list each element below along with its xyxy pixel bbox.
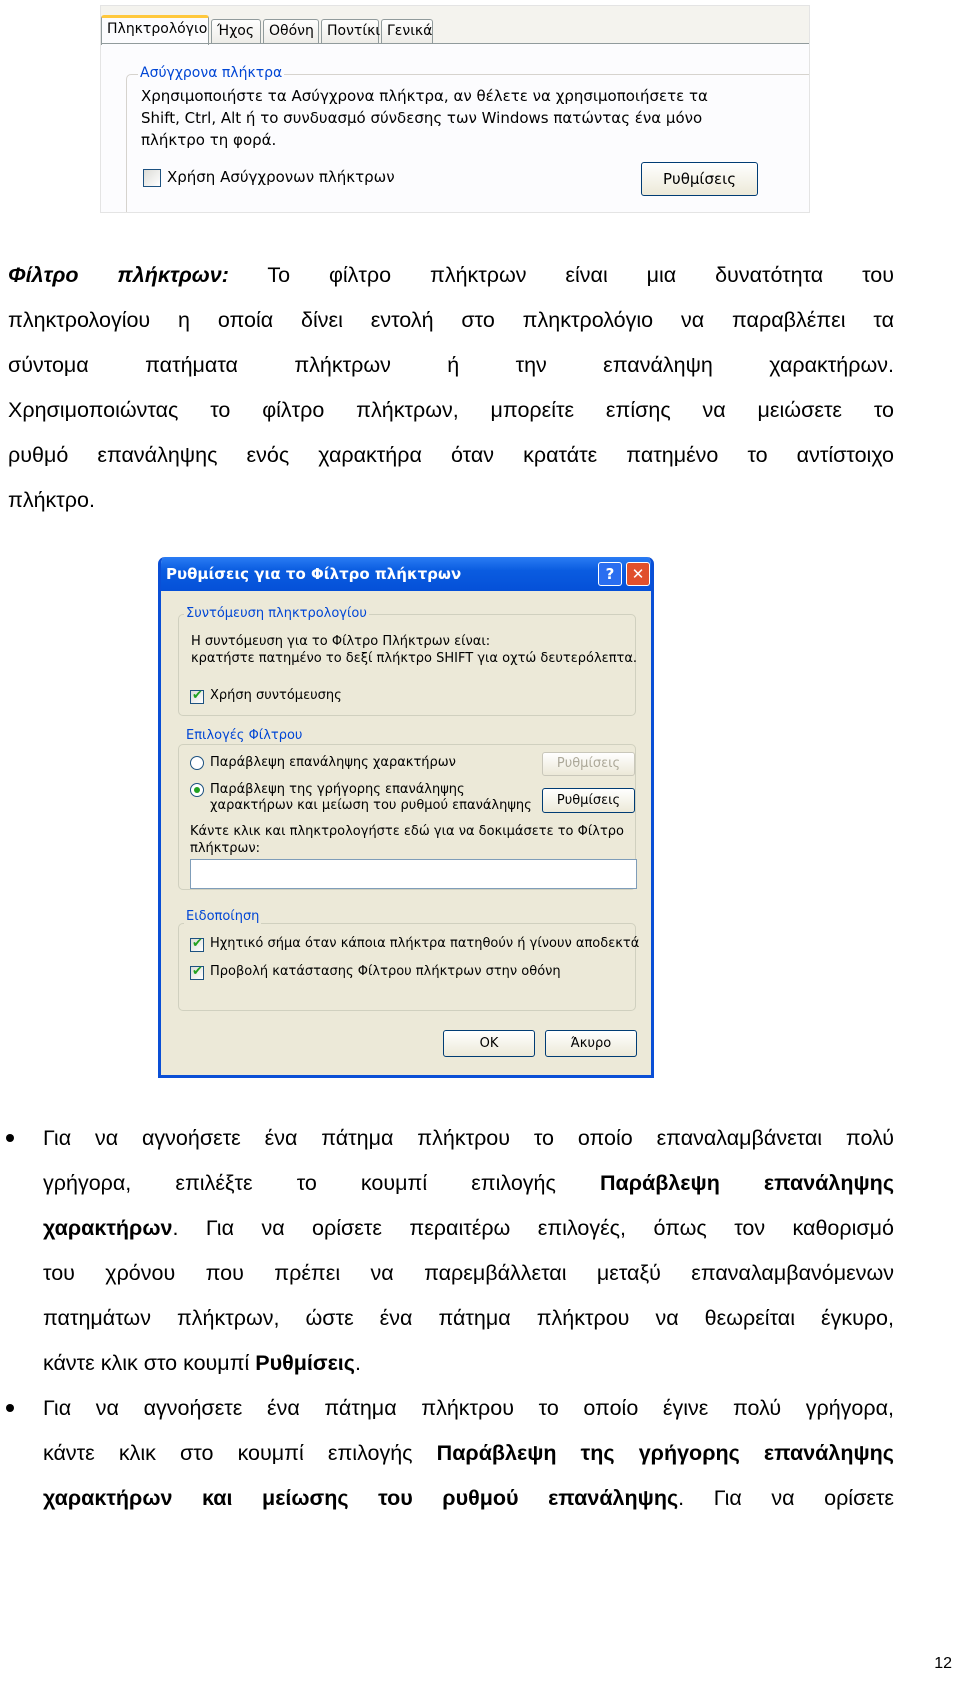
text: γρήγορα, επιλέξτε το κουμπί επιλογής [43,1171,600,1195]
page-number: 12 [934,1655,952,1672]
test-input[interactable] [190,859,637,889]
bold-term: Ρυθμίσεις [255,1351,355,1375]
description-line: πλήκτρο τη φορά. [141,131,277,149]
bullet-icon [6,1134,14,1142]
bullet-line: Για να αγνοήσετε ένα πάτημα πλήκτρου το … [43,1126,894,1150]
bullet-line: κάντε κλικ στο κουμπί Ρυθμίσεις. [43,1350,894,1376]
description-line: Η συντόμευση για το Φίλτρο Πλήκτρων είνα… [191,634,491,649]
ignore-quick-label: Παράβλεψη της γρήγορης επανάληψης χαρακτ… [210,782,532,814]
bold-term: χαρακτήρων και μείωσης του ρυθμού επανάλ… [43,1486,679,1510]
filter-keys-settings-dialog: Ρυθμίσεις για το Φίλτρο πλήκτρων ? ✕ Συν… [158,557,654,1078]
help-icon[interactable]: ? [598,562,622,586]
bullet-line: κάντε κλικ στο κουμπί επιλογής Παράβλεψη… [43,1440,894,1466]
bold-term: Παράβλεψη της γρήγορης επανάληψης [436,1441,894,1465]
bullet-icon [6,1404,14,1412]
tab-general[interactable]: Γενικά [381,19,433,44]
text: Το φίλτρο πλήκτρων είναι μια δυνατότητα … [228,263,894,287]
bullet-line: γρήγορα, επιλέξτε το κουμπί επιλογής Παρ… [43,1170,894,1196]
bullet-line: πατημάτων πλήκτρων, ώστε ένα πάτημα πλήκ… [43,1306,894,1330]
use-shortcut-checkbox[interactable] [190,688,204,704]
description-line: Shift, Ctrl, Alt ή το συνδυασμό σύνδεσης… [141,109,703,127]
settings-button-disabled[interactable]: Ρυθμίσεις [542,752,635,776]
filter-keys-term: Φίλτρο πλήκτρων: [8,263,229,287]
tab-sound[interactable]: Ήχος [211,19,261,44]
label-line: πλήκτρων: [190,841,261,856]
test-area-label: Κάντε κλικ και πληκτρολογήστε εδώ για να… [190,823,624,857]
tab-display[interactable]: Οθόνη [263,19,319,44]
keyboard-pane: Ασύγχρονα πλήκτρα Χρησιμοποιήστε τα Ασύγ… [101,43,809,212]
show-status-checkbox[interactable] [190,964,204,980]
tab-keyboard[interactable]: Πληκτρολόγιο [101,15,209,45]
bullet-line: του χρόνου που πρέπει να παρεμβάλλεται μ… [43,1261,894,1285]
bullet-line: χαρακτήρων. Για να ορίσετε περαιτέρω επι… [43,1215,894,1241]
text: κάντε κλικ στο κουμπί επιλογής [43,1441,437,1465]
stickykeys-description: Χρησιμοποιήστε τα Ασύγχρονα πλήκτρα, αν … [141,85,708,151]
bullet-line: χαρακτήρων και μείωσης του ρυθμού επανάλ… [43,1485,894,1511]
ok-button[interactable]: OK [443,1030,535,1057]
cancel-button[interactable]: Άκυρο [545,1030,637,1057]
paragraph-line: πληκτρολογίου η οποία δίνει εντολή στο π… [8,308,894,332]
stickykeys-settings-button[interactable]: Ρυθμίσεις [641,162,758,196]
paragraph-line: Φίλτρο πλήκτρων: Το φίλτρο πλήκτρων είνα… [8,262,894,288]
accessibility-options-screenshot: Πληκτρολόγιο Ήχος Οθόνη Ποντίκι Γενικά Α… [100,5,810,213]
bold-term: χαρακτήρων [43,1216,173,1240]
dialog-title-bar: Ρυθμίσεις για το Φίλτρο πλήκτρων [161,557,651,591]
bullet-line: Για να αγνοήσετε ένα πάτημα πλήκτρου το … [43,1396,894,1420]
label-line: Κάντε κλικ και πληκτρολογήστε εδώ για να… [190,824,624,839]
beep-label: Ηχητικό σήμα όταν κάποια πλήκτρα πατηθού… [210,936,640,951]
paragraph-line: Χρησιμοποιώντας το φίλτρο πλήκτρων, μπορ… [8,398,894,422]
text: κάντε κλικ στο κουμπί [43,1351,256,1375]
bold-term: Παράβλεψη επανάληψης [599,1171,894,1195]
dialog-title: Ρυθμίσεις για το Φίλτρο πλήκτρων [166,565,462,583]
use-stickykeys-label: Χρήση Ασύγχρονων πλήκτρων [167,168,395,186]
paragraph-line: ρυθμό επανάληψης ενός χαρακτήρα όταν κρα… [8,443,894,467]
ignore-repeated-label: Παράβλεψη επανάληψης χαρακτήρων [210,755,456,770]
use-shortcut-label: Χρήση συντόμευσης [210,688,342,703]
description-line: κρατήστε πατημένο το δεξί πλήκτρο SHIFT … [191,651,638,666]
label-line: χαρακτήρων και μείωση του ρυθμού επανάλη… [210,798,532,813]
paragraph-line: πλήκτρο. [8,488,95,512]
text: . [354,1351,361,1375]
shortcut-description: Η συντόμευση για το Φίλτρο Πλήκτρων είνα… [191,633,637,667]
paragraph-line: σύντομα πατήματα πλήκτρων ή την επανάληψ… [8,353,894,377]
text: . Για να ορίσετε περαιτέρω επιλογές, όπω… [172,1216,894,1240]
stickykeys-group-title: Ασύγχρονα πλήκτρα [138,65,285,81]
tab-mouse[interactable]: Ποντίκι [321,19,380,44]
beep-checkbox[interactable] [190,936,204,952]
ignore-quick-radio[interactable] [190,783,204,797]
settings-button[interactable]: Ρυθμίσεις [542,788,635,813]
notification-group-title: Ειδοποίηση [184,909,262,924]
shortcut-group-title: Συντόμευση πληκτρολογίου [184,606,369,621]
tab-strip: Πληκτρολόγιο Ήχος Οθόνη Ποντίκι Γενικά [101,6,809,45]
use-stickykeys-checkbox[interactable] [143,169,161,187]
description-line: Χρησιμοποιήστε τα Ασύγχρονα πλήκτρα, αν … [141,87,708,105]
filter-options-group-title: Επιλογές Φίλτρου [184,728,305,743]
label-line: Παράβλεψη της γρήγορης επανάληψης [210,782,465,797]
ignore-repeated-radio[interactable] [190,756,204,770]
text: . Για να ορίσετε [678,1486,895,1510]
close-icon[interactable]: ✕ [626,562,650,586]
show-status-label: Προβολή κατάστασης Φίλτρου πλήκτρων στην… [210,964,561,979]
